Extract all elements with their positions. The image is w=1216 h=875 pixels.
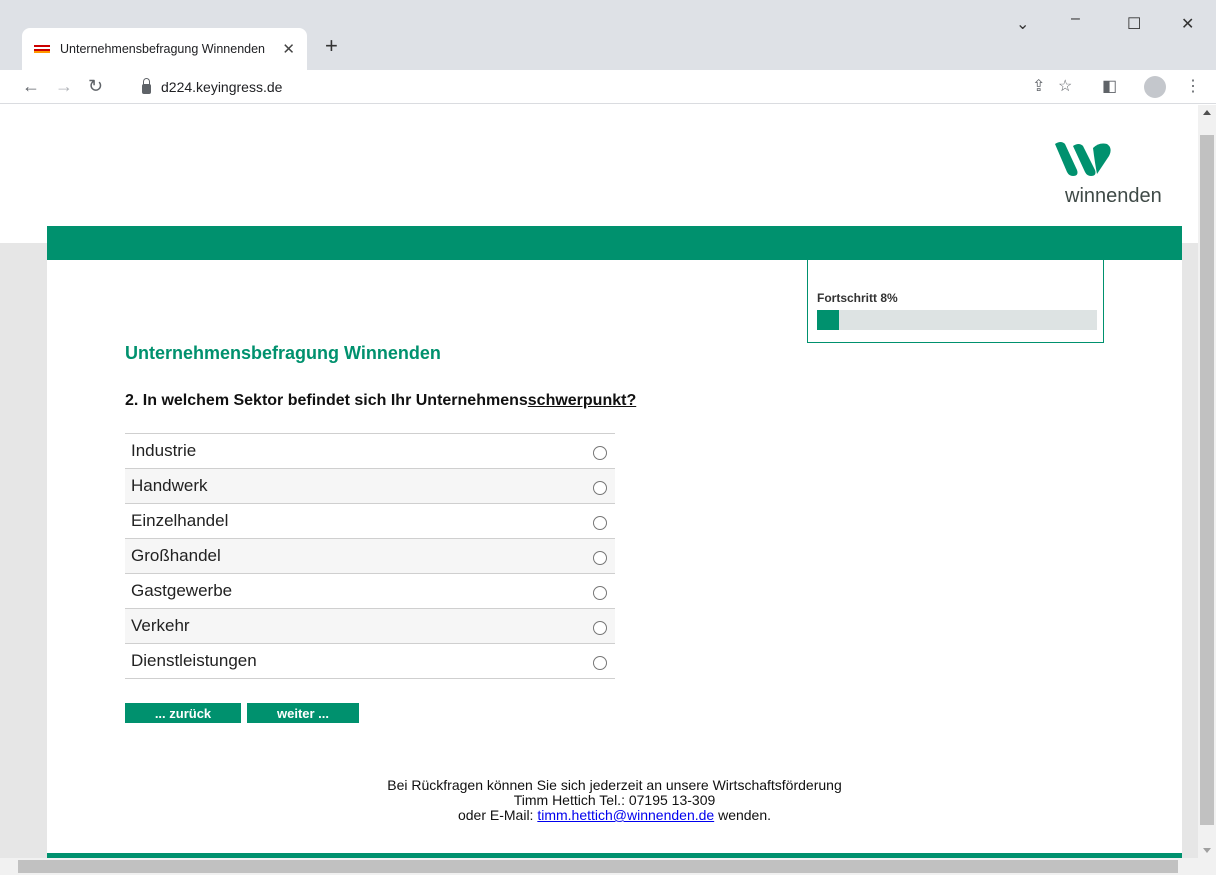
radio-button[interactable] bbox=[593, 481, 607, 495]
radio-button[interactable] bbox=[593, 446, 607, 460]
option-handwerk[interactable]: Handwerk bbox=[125, 469, 615, 504]
tab-title: Unternehmensbefragung Winnenden bbox=[60, 42, 265, 56]
footer-line-1: Bei Rückfragen können Sie sich jederzeit… bbox=[387, 777, 842, 793]
browser-tab[interactable]: Unternehmensbefragung Winnenden ✕ bbox=[22, 28, 307, 70]
scroll-up-icon[interactable] bbox=[1203, 110, 1211, 115]
winnenden-w-icon bbox=[1055, 142, 1111, 176]
address-bar[interactable]: d224.keyingress.de bbox=[142, 73, 1012, 101]
option-label: Gastgewerbe bbox=[131, 581, 233, 600]
vertical-scroll-thumb[interactable] bbox=[1200, 135, 1214, 825]
question-prefix: 2. In welchem Sektor befindet sich Ihr U… bbox=[125, 392, 528, 409]
progress-fill bbox=[817, 310, 840, 330]
option-label: Einzelhandel bbox=[131, 511, 229, 530]
maximize-icon[interactable]: ☐ bbox=[1127, 14, 1141, 34]
option-label: Handwerk bbox=[131, 476, 208, 495]
radio-button[interactable] bbox=[593, 586, 607, 600]
option-label: Verkehr bbox=[131, 616, 190, 635]
new-tab-icon[interactable]: + bbox=[325, 33, 338, 59]
lock-icon bbox=[142, 78, 151, 94]
footer-email-suffix: wenden. bbox=[714, 807, 772, 823]
progress-panel: Fortschritt 8% bbox=[807, 260, 1104, 343]
option-dienstleistungen[interactable]: Dienstleistungen bbox=[125, 644, 615, 679]
horizontal-scrollbar[interactable] bbox=[0, 858, 1216, 875]
option-label: Industrie bbox=[131, 441, 197, 460]
option-grosshandel[interactable]: Großhandel bbox=[125, 539, 615, 574]
browser-tab-strip: Unternehmensbefragung Winnenden ✕ + ⌄ – … bbox=[0, 0, 1216, 70]
option-gastgewerbe[interactable]: Gastgewerbe bbox=[125, 574, 615, 609]
vertical-scrollbar[interactable] bbox=[1198, 105, 1216, 858]
progress-track bbox=[817, 310, 1097, 330]
radio-button[interactable] bbox=[593, 621, 607, 635]
reload-icon[interactable]: ↻ bbox=[88, 76, 103, 97]
side-panel-icon[interactable]: ◧ bbox=[1102, 76, 1117, 96]
survey-title: Unternehmensbefragung Winnenden bbox=[125, 343, 441, 363]
next-button[interactable]: weiter ... bbox=[247, 703, 359, 723]
star-icon[interactable]: ☆ bbox=[1058, 76, 1072, 96]
progress-label: Fortschritt 8% bbox=[817, 291, 898, 305]
question-underlined: schwerpunkt? bbox=[527, 392, 637, 409]
question-text: 2. In welchem Sektor befindet sich Ihr U… bbox=[125, 392, 636, 410]
radio-button[interactable] bbox=[593, 551, 607, 565]
back-button[interactable]: ... zurück bbox=[125, 703, 241, 723]
option-industrie[interactable]: Industrie bbox=[125, 434, 615, 469]
profile-icon[interactable] bbox=[1144, 76, 1166, 98]
url-text: d224.keyingress.de bbox=[161, 79, 283, 95]
footer-email-prefix: oder E-Mail: bbox=[457, 807, 538, 823]
logo-text: winnenden bbox=[1065, 185, 1162, 207]
scroll-down-icon[interactable] bbox=[1203, 848, 1211, 853]
footer-line-2: Timm Hettich Tel.: 07195 13-309 bbox=[513, 792, 716, 808]
back-icon[interactable]: ← bbox=[22, 76, 40, 97]
menu-icon[interactable]: ⋮ bbox=[1185, 76, 1201, 96]
radio-button[interactable] bbox=[593, 656, 607, 670]
options-list: Industrie Handwerk Einzelhandel Großhand… bbox=[125, 433, 615, 679]
forward-icon[interactable]: → bbox=[55, 76, 73, 97]
header-bar bbox=[47, 226, 1182, 260]
share-icon[interactable]: ⇪ bbox=[1032, 76, 1045, 96]
survey-card: Fortschritt 8% Unternehmensbefragung Win… bbox=[47, 226, 1182, 861]
option-einzelhandel[interactable]: Einzelhandel bbox=[125, 504, 615, 539]
email-link[interactable]: timm.hettich@winnenden.de bbox=[537, 807, 714, 823]
contact-footer: Bei Rückfragen können Sie sich jederzeit… bbox=[47, 778, 1182, 823]
minimize-icon[interactable]: – bbox=[1071, 10, 1080, 28]
tab-search-icon[interactable]: ⌄ bbox=[1016, 14, 1029, 34]
radio-button[interactable] bbox=[593, 516, 607, 530]
browser-toolbar: ← → ↻ d224.keyingress.de ⇪ ☆ ◧ ⋮ bbox=[0, 70, 1216, 104]
favicon-flag-icon bbox=[34, 45, 50, 53]
option-label: Dienstleistungen bbox=[131, 651, 257, 670]
option-label: Großhandel bbox=[131, 546, 221, 565]
option-verkehr[interactable]: Verkehr bbox=[125, 609, 615, 644]
horizontal-scroll-thumb[interactable] bbox=[18, 860, 1178, 873]
close-window-icon[interactable]: ✕ bbox=[1181, 14, 1194, 34]
footer-line-3: oder E-Mail: timm.hettich@winnenden.de w… bbox=[47, 808, 1182, 823]
close-icon[interactable]: ✕ bbox=[282, 40, 295, 58]
